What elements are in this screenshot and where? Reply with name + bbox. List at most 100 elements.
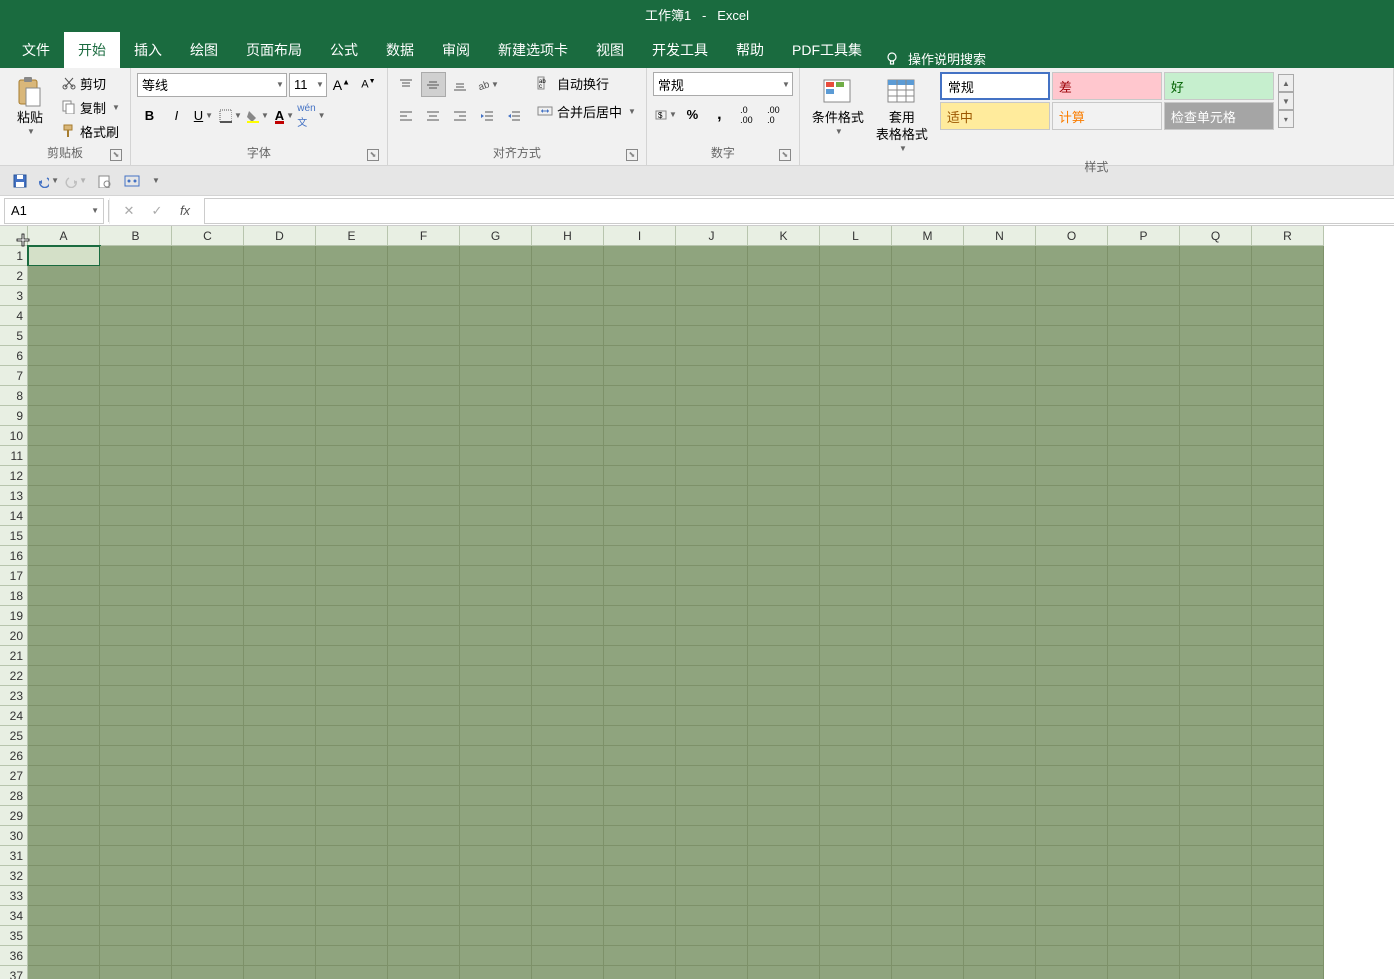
- cell[interactable]: [820, 866, 892, 886]
- cell[interactable]: [532, 486, 604, 506]
- cell[interactable]: [676, 466, 748, 486]
- cell[interactable]: [1252, 946, 1324, 966]
- cell[interactable]: [964, 966, 1036, 979]
- cell[interactable]: [1252, 566, 1324, 586]
- cell[interactable]: [388, 746, 460, 766]
- cell[interactable]: [1252, 746, 1324, 766]
- cell[interactable]: [388, 666, 460, 686]
- cell[interactable]: [1180, 486, 1252, 506]
- cell[interactable]: [676, 486, 748, 506]
- qat-customize-button[interactable]: ▼: [148, 169, 162, 193]
- cell[interactable]: [820, 466, 892, 486]
- cell[interactable]: [964, 446, 1036, 466]
- cell[interactable]: [604, 446, 676, 466]
- cell[interactable]: [460, 526, 532, 546]
- cell[interactable]: [820, 806, 892, 826]
- bold-button[interactable]: B: [137, 103, 162, 128]
- cell[interactable]: [748, 546, 820, 566]
- tab-view[interactable]: 视图: [582, 32, 638, 68]
- cell[interactable]: [388, 566, 460, 586]
- cell[interactable]: [748, 406, 820, 426]
- cell[interactable]: [244, 426, 316, 446]
- cell[interactable]: [748, 786, 820, 806]
- cell[interactable]: [244, 686, 316, 706]
- cell[interactable]: [244, 706, 316, 726]
- cell[interactable]: [316, 806, 388, 826]
- cell[interactable]: [748, 566, 820, 586]
- cell[interactable]: [1036, 766, 1108, 786]
- cell[interactable]: [964, 826, 1036, 846]
- cell[interactable]: [316, 766, 388, 786]
- cell[interactable]: [1180, 706, 1252, 726]
- cell[interactable]: [172, 586, 244, 606]
- cell[interactable]: [316, 306, 388, 326]
- cell[interactable]: [244, 866, 316, 886]
- cell[interactable]: [460, 846, 532, 866]
- cell[interactable]: [1180, 526, 1252, 546]
- cell[interactable]: [460, 306, 532, 326]
- cell[interactable]: [316, 786, 388, 806]
- cell[interactable]: [244, 606, 316, 626]
- cell[interactable]: [244, 286, 316, 306]
- cell[interactable]: [1036, 926, 1108, 946]
- cell[interactable]: [100, 246, 172, 266]
- cell[interactable]: [964, 886, 1036, 906]
- row-header[interactable]: 14: [0, 506, 28, 526]
- cell[interactable]: [1180, 266, 1252, 286]
- cell[interactable]: [892, 766, 964, 786]
- phonetic-button[interactable]: wén文▼: [299, 103, 324, 128]
- cell[interactable]: [172, 846, 244, 866]
- font-name-combo[interactable]: 等线▼: [137, 73, 287, 97]
- cell[interactable]: [1036, 686, 1108, 706]
- row-header[interactable]: 15: [0, 526, 28, 546]
- cell[interactable]: [964, 766, 1036, 786]
- cell[interactable]: [1036, 626, 1108, 646]
- cell[interactable]: [100, 406, 172, 426]
- cell[interactable]: [388, 346, 460, 366]
- cell[interactable]: [748, 586, 820, 606]
- cell[interactable]: [1252, 346, 1324, 366]
- cell[interactable]: [388, 266, 460, 286]
- style-calc[interactable]: 计算: [1052, 102, 1162, 130]
- cell[interactable]: [748, 886, 820, 906]
- cell[interactable]: [748, 646, 820, 666]
- cell[interactable]: [316, 566, 388, 586]
- cell[interactable]: [964, 586, 1036, 606]
- cell[interactable]: [172, 446, 244, 466]
- cell[interactable]: [28, 766, 100, 786]
- cell[interactable]: [100, 386, 172, 406]
- cell[interactable]: [28, 846, 100, 866]
- cell[interactable]: [172, 706, 244, 726]
- cell[interactable]: [100, 746, 172, 766]
- merge-center-button[interactable]: 合并后居中 ▼: [533, 100, 640, 122]
- increase-decimal-button[interactable]: .0.00: [734, 102, 759, 127]
- gallery-down-button[interactable]: ▼: [1278, 92, 1294, 110]
- cell[interactable]: [964, 706, 1036, 726]
- cell[interactable]: [172, 666, 244, 686]
- cell[interactable]: [1036, 246, 1108, 266]
- cell[interactable]: [28, 406, 100, 426]
- cell[interactable]: [388, 886, 460, 906]
- cell[interactable]: [1180, 786, 1252, 806]
- align-left-button[interactable]: [394, 103, 419, 128]
- cell[interactable]: [388, 706, 460, 726]
- cell[interactable]: [244, 386, 316, 406]
- cell[interactable]: [604, 246, 676, 266]
- cell[interactable]: [964, 506, 1036, 526]
- cell[interactable]: [28, 426, 100, 446]
- cell[interactable]: [100, 786, 172, 806]
- alignment-launcher[interactable]: ⬊: [626, 149, 638, 161]
- cell[interactable]: [676, 666, 748, 686]
- cell[interactable]: [1108, 626, 1180, 646]
- cell[interactable]: [676, 526, 748, 546]
- increase-font-button[interactable]: A▲: [329, 72, 354, 97]
- cell[interactable]: [532, 346, 604, 366]
- cell[interactable]: [388, 526, 460, 546]
- select-all-corner[interactable]: [0, 226, 28, 246]
- cell[interactable]: [388, 446, 460, 466]
- cell[interactable]: [1252, 926, 1324, 946]
- cell[interactable]: [604, 466, 676, 486]
- cell[interactable]: [532, 746, 604, 766]
- cell[interactable]: [532, 726, 604, 746]
- align-top-button[interactable]: [394, 72, 419, 97]
